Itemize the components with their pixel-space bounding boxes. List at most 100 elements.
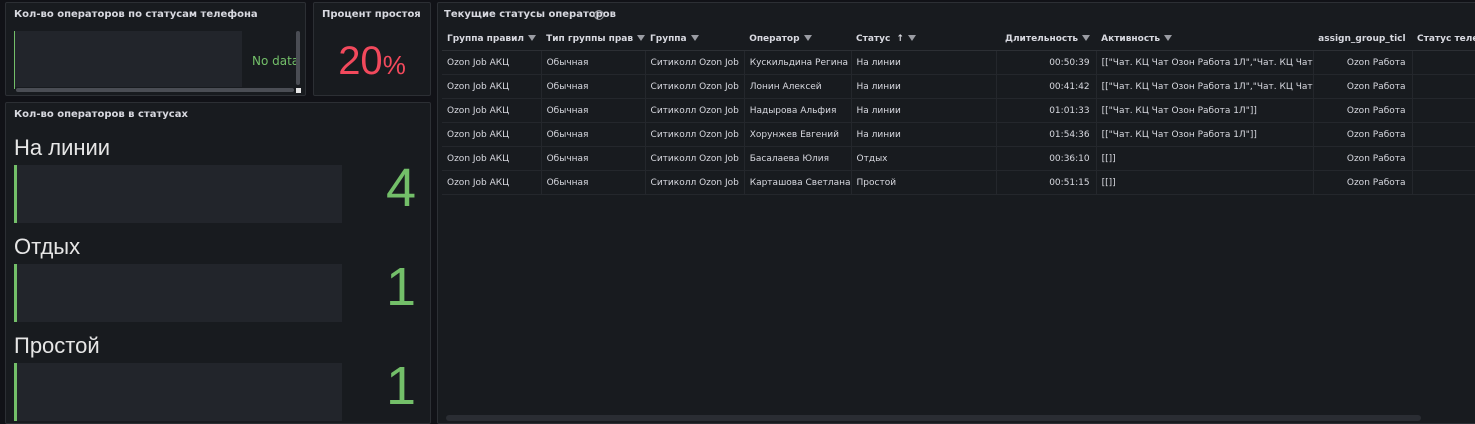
table-cell: Ozon Работа [1313, 146, 1413, 171]
table-cell [1412, 74, 1475, 99]
table-cell: Хорунжев Евгений [744, 122, 852, 147]
column-header-label: Активность [1101, 33, 1161, 44]
phone-status-panel: Кол-во операторов по статусам телефона N… [5, 2, 306, 96]
status-bar-fill [14, 165, 17, 223]
table-cell: Обычная [541, 122, 646, 147]
table-cell: Простой [851, 170, 998, 195]
current-statuses-panel: Текущие статусы операторов i Группа прав… [437, 2, 1475, 424]
column-header-rule-group[interactable]: Группа правил [442, 27, 542, 51]
table-cell: 00:50:39 [996, 50, 1097, 75]
column-header-assign-group[interactable]: assign_group_ticl [1313, 27, 1413, 51]
filter-icon[interactable] [528, 35, 537, 41]
horizontal-scrollbar[interactable] [446, 415, 1421, 421]
column-header-label: assign_group_ticl [1318, 33, 1406, 44]
table-cell [1412, 146, 1475, 171]
table-cell: Ситиколл Ozon Job [645, 170, 745, 195]
panel-title: Кол-во операторов в статусах [14, 109, 188, 120]
status-row: Отдых 1 [6, 234, 430, 334]
status-count: 1 [385, 257, 416, 317]
table-cell: [["Чат. КЦ Чат Озон Работа 1Л","Чат. КЦ … [1096, 74, 1314, 99]
table-cell: Обычная [541, 50, 646, 75]
column-header-label: Группа [650, 33, 687, 44]
table-cell: Ozon Работа [1313, 122, 1413, 147]
filter-icon[interactable] [803, 35, 812, 41]
panel-title: Кол-во операторов по статусам телефона [14, 9, 258, 20]
table-cell: Ozon Job АКЦ [442, 50, 542, 75]
status-count: 4 [385, 158, 416, 218]
table-cell: Обычная [541, 98, 646, 123]
column-header-label: Оператор [749, 33, 800, 44]
column-header-label: Тип группы прав [546, 33, 634, 44]
table-row[interactable]: Ozon Job АКЦ Обычная Ситиколл Ozon Job Баса… [442, 146, 1475, 171]
table-cell: Обычная [541, 146, 646, 171]
table-cell: 00:36:10 [996, 146, 1097, 171]
table-cell: 01:54:36 [996, 122, 1097, 147]
filter-icon[interactable] [637, 35, 646, 41]
table-cell: 00:51:15 [996, 170, 1097, 195]
panel-title: Процент простоя [322, 9, 421, 20]
column-header-status[interactable]: Статус ↑ [851, 27, 997, 51]
table-cell [1412, 98, 1475, 123]
table-cell: Обычная [541, 74, 646, 99]
table-cell: [[]] [1096, 146, 1314, 171]
status-count: 1 [385, 356, 416, 416]
table-cell: Обычная [541, 170, 646, 195]
filter-icon[interactable] [907, 35, 916, 41]
table-cell: Ozon Job АКЦ [442, 98, 542, 123]
column-header-operator[interactable]: Оператор [744, 27, 852, 51]
column-header-activity[interactable]: Активность [1096, 27, 1314, 51]
table-cell: Ozon Job АКЦ [442, 146, 542, 171]
operators-in-status-panel: Кол-во операторов в статусах На линии 4 … [5, 102, 431, 424]
column-header-group[interactable]: Группа [645, 27, 745, 51]
table-cell [1412, 170, 1475, 195]
table-header-row: Группа правил Тип группы прав Группа Опе… [442, 27, 1475, 51]
value-number: 20 [338, 39, 383, 83]
table-cell: На линии [851, 50, 998, 75]
filter-icon[interactable] [1082, 35, 1091, 41]
status-label: Простой [14, 333, 100, 358]
filter-icon[interactable] [690, 35, 699, 41]
no-data-label: No data [252, 54, 300, 68]
table-cell: Кускильдина Регина [744, 50, 852, 75]
axis-line [14, 31, 15, 89]
status-row: На линии 4 [6, 135, 430, 235]
idle-percent-value: 20% [314, 39, 430, 84]
column-header-group-type[interactable]: Тип группы прав [541, 27, 646, 51]
table-row[interactable]: Ozon Job АКЦ Обычная Ситиколл Ozon Job Нады… [442, 98, 1475, 123]
filter-icon[interactable] [1164, 35, 1173, 41]
table-cell: На линии [851, 122, 998, 147]
status-label: Отдых [14, 234, 81, 259]
status-bar-fill [14, 264, 17, 322]
column-header-phone-status[interactable]: Статус теле [1412, 27, 1475, 51]
table-cell: Ситиколл Ozon Job [645, 98, 745, 123]
table-row[interactable]: Ozon Job АКЦ Обычная Ситиколл Ozon Job Карт… [442, 170, 1475, 195]
column-header-label: Группа правил [447, 33, 525, 44]
table-cell [1412, 50, 1475, 75]
table-cell: Отдых [851, 146, 998, 171]
table-cell: На линии [851, 74, 998, 99]
operators-table: Группа правил Тип группы прав Группа Опе… [442, 27, 1475, 195]
table-cell: [["Чат. КЦ Чат Озон Работа 1Л"]] [1096, 122, 1314, 147]
column-header-label: Статус теле [1417, 33, 1475, 44]
table-row[interactable]: Ozon Job АКЦ Обычная Ситиколл Ozon Job Хору… [442, 122, 1475, 147]
column-header-label: Длительность [1004, 33, 1079, 44]
column-header-duration[interactable]: Длительность [996, 27, 1097, 51]
table-row[interactable]: Ozon Job АКЦ Обычная Ситиколл Ozon Job Куск… [442, 50, 1475, 75]
table-cell: 01:01:33 [996, 98, 1097, 123]
status-label: На линии [14, 135, 111, 160]
table-row[interactable]: Ozon Job АКЦ Обычная Ситиколл Ozon Job Лони… [442, 74, 1475, 99]
status-bar [14, 165, 342, 223]
idle-percent-panel: Процент простоя 20% [313, 2, 431, 96]
table-cell: Ozon Работа [1313, 74, 1413, 99]
table-cell: Надырова Альфия [744, 98, 852, 123]
horizontal-scrollbar[interactable] [16, 88, 294, 92]
table-cell: Ozon Работа [1313, 98, 1413, 123]
table-cell: Ozon Работа [1313, 50, 1413, 75]
resize-handle[interactable] [296, 88, 301, 93]
table-cell: Ситиколл Ozon Job [645, 146, 745, 171]
table-cell: 00:41:42 [996, 74, 1097, 99]
sort-ascending-icon: ↑ [896, 33, 904, 44]
table-cell: Лонин Алексей [744, 74, 852, 99]
info-icon[interactable]: i [594, 10, 604, 20]
vertical-scrollbar[interactable] [296, 31, 300, 85]
